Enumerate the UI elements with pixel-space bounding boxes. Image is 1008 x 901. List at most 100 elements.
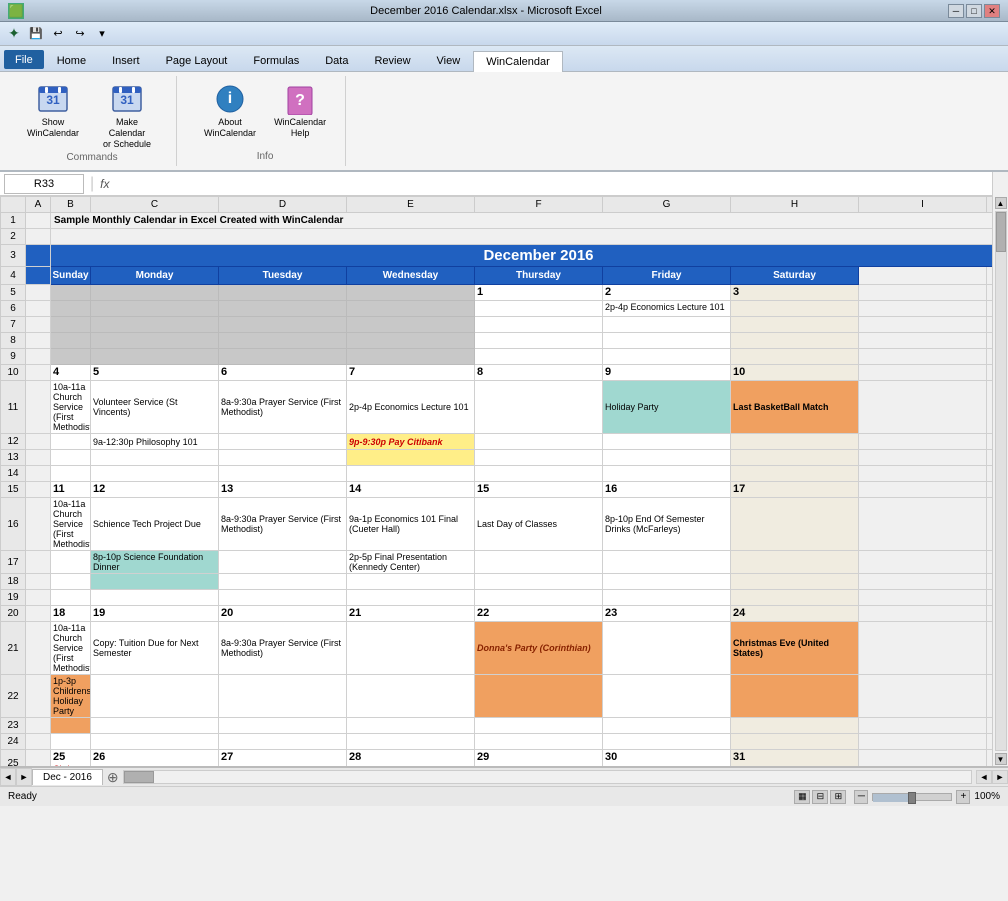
cell-mon-w1-r9[interactable] (91, 349, 219, 365)
cell-fri-w4-r24[interactable] (603, 734, 731, 750)
cell-thu-w4-r22[interactable] (475, 675, 603, 718)
cell-wed-w2-r13[interactable] (347, 450, 475, 466)
col-f-header[interactable]: F (475, 197, 603, 213)
maximize-button[interactable]: □ (966, 4, 982, 18)
cell-wed-w1-r6[interactable] (347, 301, 475, 317)
cell-sun-w3-r19[interactable] (51, 590, 91, 606)
cell-sun-w1-r9[interactable] (51, 349, 91, 365)
cell-thu-w3-r19[interactable] (475, 590, 603, 606)
cell-tue-w5[interactable]: 27 (219, 750, 347, 767)
col-b-header[interactable]: B (51, 197, 91, 213)
cell-fri-w1-r6[interactable]: 2p-4p Economics Lecture 101 (603, 301, 731, 317)
cell-wed-w4-r24[interactable] (347, 734, 475, 750)
cell-thu-w5[interactable]: 29 (475, 750, 603, 767)
tab-page-layout[interactable]: Page Layout (153, 50, 241, 71)
cell-tue-w4-r21[interactable]: 8a-9:30a Prayer Service (First Methodist… (219, 622, 347, 675)
cell-fri-w2-r14[interactable] (603, 466, 731, 482)
cell-fri-w1-r8[interactable] (603, 333, 731, 349)
cell-reference[interactable] (4, 174, 84, 194)
cell-tue-w4[interactable]: 20 (219, 606, 347, 622)
cell-thu-w3[interactable]: 15 (475, 482, 603, 498)
cell-sat-w4-r21[interactable]: Christmas Eve (United States) (731, 622, 859, 675)
h-scroll-left[interactable]: ◄ (976, 770, 992, 784)
tab-home[interactable]: Home (44, 50, 99, 71)
cell-wed-w1-r8[interactable] (347, 333, 475, 349)
cell-tue-w4-r22[interactable] (219, 675, 347, 718)
cell-fri-w2-r11[interactable]: Holiday Party (603, 381, 731, 434)
cell-wed-w2[interactable]: 7 (347, 365, 475, 381)
zoom-thumb[interactable] (908, 792, 916, 804)
cell-a2[interactable] (26, 229, 51, 245)
cell-fri-w4[interactable]: 23 (603, 606, 731, 622)
cell-mon-w2[interactable]: 5 (91, 365, 219, 381)
cell-sun-w4-r22[interactable]: 1p-3p Childrens Holiday Party (51, 675, 91, 718)
cell-mon-w3-r17[interactable]: 8p-10p Science Foundation Dinner (91, 551, 219, 574)
cell-fri-w4-r21[interactable] (603, 622, 731, 675)
cell-mon-w4-r23[interactable] (91, 718, 219, 734)
cell-sat-w2-r13[interactable] (731, 450, 859, 466)
customize-button[interactable]: ▾ (92, 24, 112, 44)
wincalendar-help-button[interactable]: ? WinCalendarHelp (267, 80, 333, 142)
cell-mon-w4-r21[interactable]: Copy: Tuition Due for Next Semester (91, 622, 219, 675)
cell-mon-w2-r12[interactable]: 9a-12:30p Philosophy 101 (91, 434, 219, 450)
cell-sun-w2-r11[interactable]: 10a-11a Church Service (First Methodist) (51, 381, 91, 434)
formula-input[interactable] (114, 178, 993, 190)
cell-sat-w4-r24[interactable] (731, 734, 859, 750)
cell-sun-w4[interactable]: 18 (51, 606, 91, 622)
cell-fri-w2[interactable]: 9 (603, 365, 731, 381)
cell-tue-w3-r16[interactable]: 8a-9:30a Prayer Service (First Methodist… (219, 498, 347, 551)
cell-mon-w1[interactable] (91, 285, 219, 301)
cell-sun-w2-r12[interactable] (51, 434, 91, 450)
cell-sun-w3-r18[interactable] (51, 574, 91, 590)
sheet-nav-right[interactable]: ► (16, 768, 32, 786)
h-scroll-right[interactable]: ► (992, 770, 1008, 784)
cell-fri-w3-r16[interactable]: 8p-10p End Of Semester Drinks (McFarleys… (603, 498, 731, 551)
page-layout-view-button[interactable]: ⊟ (812, 790, 828, 804)
sheet-tab-dec[interactable]: Dec - 2016 (32, 769, 103, 785)
cell-thu-w1-r8[interactable] (475, 333, 603, 349)
cell-tue-w3-r19[interactable] (219, 590, 347, 606)
cell-mon-w3-r16[interactable]: Schience Tech Project Due (91, 498, 219, 551)
cell-tue-w2-r11[interactable]: 8a-9:30a Prayer Service (First Methodist… (219, 381, 347, 434)
cell-mon-w2-r13[interactable] (91, 450, 219, 466)
tab-insert[interactable]: Insert (99, 50, 153, 71)
cell-tue-w1-r8[interactable] (219, 333, 347, 349)
col-h-header[interactable]: H (731, 197, 859, 213)
cell-wed-w1-r9[interactable] (347, 349, 475, 365)
redo-button[interactable]: ↪ (70, 24, 90, 44)
cell-mon-w4-r24[interactable] (91, 734, 219, 750)
cell-wed-w2-r12[interactable]: 9p-9:30p Pay Citibank (347, 434, 475, 450)
scroll-up-button[interactable]: ▲ (995, 197, 1007, 209)
cell-thu-w1[interactable]: 1 (475, 285, 603, 301)
cell-thu-w2-r13[interactable] (475, 450, 603, 466)
cell-sun-w2-r14[interactable] (51, 466, 91, 482)
cell-thu-w2-r14[interactable] (475, 466, 603, 482)
cell-sat-w3-r18[interactable] (731, 574, 859, 590)
zoom-out-button[interactable]: ─ (854, 790, 868, 804)
cell-sun-w1-r7[interactable] (51, 317, 91, 333)
horizontal-scrollbar[interactable] (123, 770, 972, 784)
cell-mon-w1-r7[interactable] (91, 317, 219, 333)
col-i-header[interactable]: I (859, 197, 987, 213)
cell-tue-w2-r13[interactable] (219, 450, 347, 466)
cell-tue-w2[interactable]: 6 (219, 365, 347, 381)
zoom-slider[interactable] (872, 793, 952, 801)
cell-wed-w1[interactable] (347, 285, 475, 301)
cell-wed-w2-r14[interactable] (347, 466, 475, 482)
cell-sat-w4-r22[interactable] (731, 675, 859, 718)
insert-sheet-button[interactable]: ⊕ (107, 769, 119, 786)
save-button[interactable]: 💾 (26, 24, 46, 44)
cell-fri-w3-r17[interactable] (603, 551, 731, 574)
cell-thu-w3-r16[interactable]: Last Day of Classes (475, 498, 603, 551)
cell-wed-w4[interactable]: 21 (347, 606, 475, 622)
cell-tue-w3[interactable]: 13 (219, 482, 347, 498)
cell-sun-w3-r17[interactable] (51, 551, 91, 574)
zoom-in-button[interactable]: + (956, 790, 970, 804)
cell-wed-w3-r18[interactable] (347, 574, 475, 590)
cell-sun-w1[interactable] (51, 285, 91, 301)
cell-thu-w2-r12[interactable] (475, 434, 603, 450)
cell-tue-w1-r7[interactable] (219, 317, 347, 333)
cell-mon-w3-r19[interactable] (91, 590, 219, 606)
sheet-nav-left[interactable]: ◄ (0, 768, 16, 786)
cell-tue-w1-r9[interactable] (219, 349, 347, 365)
